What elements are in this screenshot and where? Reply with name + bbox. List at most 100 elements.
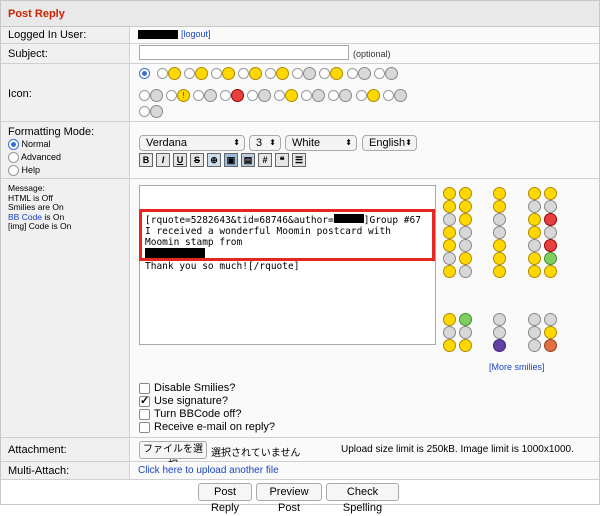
logout-link[interactable]: [logout]: [181, 29, 211, 39]
size-select[interactable]: 3 ⬍: [249, 135, 281, 151]
icon-radio[interactable]: [166, 90, 178, 101]
preview-post-button[interactable]: Preview Post: [256, 483, 322, 514]
sick-icon[interactable]: [544, 252, 558, 265]
disable-smilies-checkbox[interactable]: [139, 382, 150, 394]
more-smilies-link[interactable]: [More smilies]: [489, 362, 545, 372]
sad-icon[interactable]: [459, 187, 473, 200]
bold-button[interactable]: B: [139, 153, 153, 167]
mode-normal[interactable]: Normal: [8, 139, 61, 152]
image-icon[interactable]: ▣: [224, 153, 238, 167]
choose-file-button[interactable]: ファイルを選択: [139, 441, 207, 471]
roll-eyes-icon[interactable]: [493, 213, 506, 226]
zombie-icon[interactable]: [528, 339, 541, 352]
icon-radio-none[interactable]: [139, 68, 150, 79]
pig-icon[interactable]: [544, 339, 558, 352]
sun-icon[interactable]: [528, 226, 541, 239]
receive-email-checkbox[interactable]: [139, 421, 150, 433]
icon-radio[interactable]: [238, 68, 250, 79]
icon-radio[interactable]: [265, 68, 277, 79]
mad-icon[interactable]: [544, 239, 558, 252]
question-icon[interactable]: [443, 339, 456, 352]
use-signature-option[interactable]: Use signature?: [139, 394, 228, 407]
nerd-icon[interactable]: [544, 265, 558, 278]
icon-radio[interactable]: [247, 90, 259, 101]
vampire-icon[interactable]: [528, 326, 541, 339]
check-spelling-button[interactable]: Check Spelling: [326, 483, 399, 514]
hand-icon[interactable]: [544, 200, 558, 213]
ghost-icon[interactable]: [544, 226, 558, 239]
icon-radio[interactable]: [211, 68, 223, 79]
italic-button[interactable]: I: [156, 153, 170, 167]
blush-icon[interactable]: [459, 252, 473, 265]
heart-icon[interactable]: [493, 239, 506, 252]
kiss-icon[interactable]: [528, 265, 541, 278]
big-grin-icon[interactable]: [528, 187, 541, 200]
laughing-icon[interactable]: [544, 187, 558, 200]
skull-icon[interactable]: [528, 239, 541, 252]
icon-radio[interactable]: [292, 68, 304, 79]
dollar-icon[interactable]: [443, 265, 456, 278]
idea-icon[interactable]: [459, 339, 473, 352]
thumbs-up-icon[interactable]: [528, 200, 541, 213]
receive-email-option[interactable]: Receive e-mail on reply?: [139, 421, 275, 433]
underline-button[interactable]: U: [173, 153, 187, 167]
cheer-icon[interactable]: [493, 252, 506, 265]
cool-icon[interactable]: [443, 239, 456, 252]
icon-radio[interactable]: [382, 90, 394, 101]
party-icon[interactable]: [528, 252, 541, 265]
color-select[interactable]: White ⬍: [285, 135, 357, 151]
monkey-icon[interactable]: [459, 326, 473, 339]
icon-radio[interactable]: [355, 90, 367, 101]
list-icon[interactable]: ☰: [292, 153, 306, 167]
quote-icon[interactable]: ❝: [275, 153, 289, 167]
icon-radio[interactable]: [193, 90, 205, 101]
clown-icon[interactable]: [544, 326, 558, 339]
smirk-icon[interactable]: [493, 187, 506, 200]
image-upload-icon[interactable]: ▤: [241, 153, 255, 167]
dizzy-icon[interactable]: [544, 313, 558, 326]
sleepy-icon[interactable]: [443, 252, 456, 265]
grin-icon[interactable]: [459, 213, 473, 226]
wink-icon[interactable]: [443, 200, 456, 213]
icon-radio[interactable]: [139, 106, 150, 117]
bored-icon[interactable]: [493, 226, 506, 239]
tongue-out-icon[interactable]: [493, 200, 506, 213]
angry-icon[interactable]: [544, 213, 558, 226]
icon-radio[interactable]: [184, 68, 196, 79]
icon-radio[interactable]: [328, 90, 340, 101]
use-signature-checkbox[interactable]: [139, 394, 150, 407]
laugh-icon[interactable]: [443, 226, 456, 239]
strike-button[interactable]: S: [190, 153, 204, 167]
tongue-icon[interactable]: [459, 200, 473, 213]
bbcode-link[interactable]: BB Code: [8, 212, 42, 222]
mask-icon[interactable]: [493, 313, 506, 326]
icon-radio[interactable]: [274, 90, 286, 101]
smile-icon[interactable]: [443, 187, 456, 200]
pirate-icon[interactable]: [443, 313, 456, 326]
subject-input[interactable]: [139, 45, 349, 60]
mode-advanced[interactable]: Advanced: [8, 152, 61, 165]
wizard-icon[interactable]: [493, 339, 506, 352]
turn-bbcode-off-checkbox[interactable]: [139, 408, 150, 420]
post-reply-button[interactable]: Post Reply: [198, 483, 252, 514]
icon-radio[interactable]: [319, 68, 331, 79]
language-select[interactable]: English ⬍: [362, 135, 417, 151]
icon-radio[interactable]: [373, 68, 385, 79]
icon-radio[interactable]: [220, 90, 232, 101]
happy-icon[interactable]: [493, 265, 506, 278]
turn-bbcode-off-option[interactable]: Turn BBCode off?: [139, 408, 241, 420]
neutral-icon[interactable]: [459, 226, 473, 239]
mode-help[interactable]: Help: [8, 165, 61, 178]
angel-icon[interactable]: [443, 213, 456, 226]
globe-icon[interactable]: ⊕: [207, 153, 221, 167]
icon-radio[interactable]: [139, 90, 150, 101]
icon-radio[interactable]: [157, 68, 169, 79]
crying-icon[interactable]: [528, 313, 541, 326]
devil-icon[interactable]: [528, 213, 541, 226]
disable-smilies-option[interactable]: Disable Smilies?: [139, 382, 235, 394]
icon-radio[interactable]: [301, 90, 313, 101]
font-select[interactable]: Verdana ⬍: [139, 135, 245, 151]
upload-another-link[interactable]: Click here to upload another file: [138, 465, 279, 476]
ninja-icon[interactable]: [493, 326, 506, 339]
alien-icon[interactable]: [459, 313, 473, 326]
